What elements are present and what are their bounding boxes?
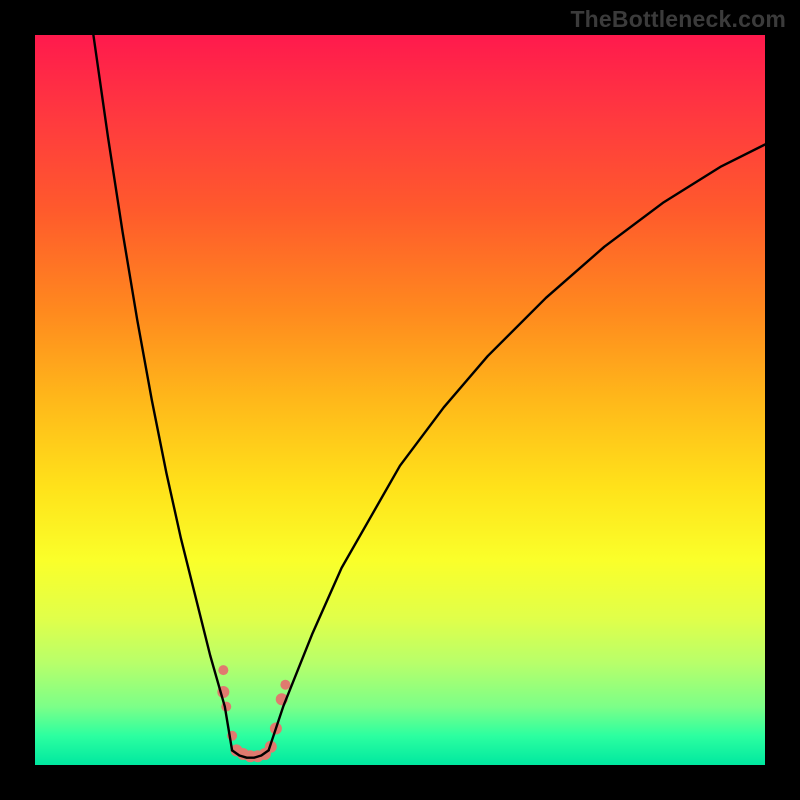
chart-svg bbox=[35, 35, 765, 765]
left-curve bbox=[93, 35, 232, 750]
right-curve bbox=[269, 145, 765, 751]
marker-point bbox=[218, 665, 228, 675]
markers-group bbox=[217, 665, 290, 762]
watermark-text: TheBottleneck.com bbox=[570, 6, 786, 33]
chart-frame: TheBottleneck.com bbox=[0, 0, 800, 800]
marker-point bbox=[280, 680, 290, 690]
plot-area bbox=[35, 35, 765, 765]
